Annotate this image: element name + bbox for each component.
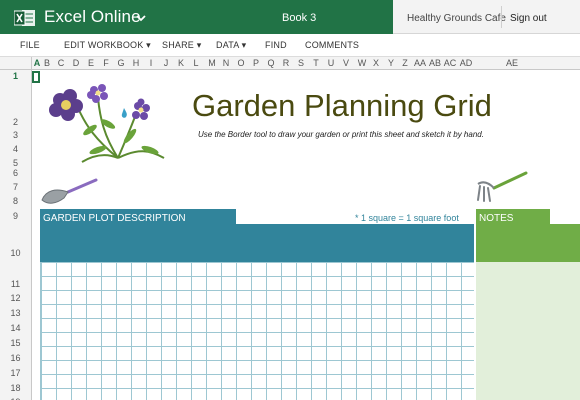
notes-label[interactable]: NOTES	[479, 213, 513, 224]
column-header-h[interactable]: H	[131, 58, 141, 68]
column-header-p[interactable]: P	[251, 58, 261, 68]
menu-find[interactable]: FIND	[265, 40, 287, 50]
garden-grid[interactable]	[40, 262, 474, 400]
menu-file[interactable]: FILE	[20, 40, 40, 50]
column-header: A B C D E F G H I J K L M N O P Q R S T …	[0, 56, 580, 70]
column-header-v[interactable]: V	[341, 58, 351, 68]
sheet-subtitle: Use the Border tool to draw your garden …	[198, 130, 484, 139]
column-header-e[interactable]: E	[86, 58, 96, 68]
row-header-13[interactable]: 13	[0, 308, 31, 318]
notes-tab-cutout	[550, 209, 580, 224]
notes-area[interactable]	[476, 262, 580, 400]
row-header-8[interactable]: 8	[0, 196, 31, 206]
column-header-ae[interactable]: AE	[476, 58, 548, 68]
row-header-2[interactable]: 2	[0, 117, 31, 127]
column-header-aa[interactable]: AA	[413, 58, 427, 68]
column-header-o[interactable]: O	[236, 58, 246, 68]
column-header-g[interactable]: G	[116, 58, 126, 68]
column-header-a[interactable]: A	[33, 58, 41, 68]
column-header-t[interactable]: T	[311, 58, 321, 68]
chevron-down-icon[interactable]	[134, 11, 148, 25]
excel-logo-icon[interactable]	[14, 8, 36, 28]
column-header-d[interactable]: D	[71, 58, 81, 68]
column-header-q[interactable]: Q	[266, 58, 276, 68]
column-header-k[interactable]: K	[176, 58, 186, 68]
row-header-4[interactable]: 4	[0, 144, 31, 154]
scale-note[interactable]: * 1 square = 1 square foot	[355, 213, 459, 223]
row-header-15[interactable]: 15	[0, 338, 31, 348]
column-header-m[interactable]: M	[206, 58, 218, 68]
row-header-17[interactable]: 17	[0, 368, 31, 378]
column-header-x[interactable]: X	[371, 58, 381, 68]
menu-edit-workbook[interactable]: EDIT WORKBOOK ▾	[64, 40, 151, 51]
select-all-corner[interactable]	[0, 57, 32, 70]
column-header-ac[interactable]: AC	[443, 58, 457, 68]
sign-out-link[interactable]: Sign out	[510, 13, 547, 24]
menu-share[interactable]: SHARE ▾	[162, 40, 201, 51]
row-header-6[interactable]: 6	[0, 168, 31, 178]
menu-comments[interactable]: COMMENTS	[305, 40, 359, 50]
garden-fork-icon	[477, 171, 528, 202]
column-header-l[interactable]: L	[191, 58, 201, 68]
column-header-j[interactable]: J	[161, 58, 171, 68]
flower-illustration	[49, 84, 165, 163]
column-header-r[interactable]: R	[281, 58, 291, 68]
column-header-s[interactable]: S	[296, 58, 306, 68]
column-header-b[interactable]: B	[42, 58, 52, 68]
row-header-11[interactable]: 11	[0, 279, 31, 289]
row-header-3[interactable]: 3	[0, 130, 31, 140]
sheet-title: Garden Planning Grid	[192, 88, 492, 123]
row-header-10[interactable]: 10	[0, 248, 31, 258]
menu-data[interactable]: DATA ▾	[216, 40, 246, 51]
row-header-7[interactable]: 7	[0, 182, 31, 192]
row-header-18[interactable]: 18	[0, 383, 31, 393]
row-header-1[interactable]: 1	[0, 71, 31, 81]
column-header-z[interactable]: Z	[400, 58, 410, 68]
column-header-c[interactable]: C	[56, 58, 66, 68]
column-header-u[interactable]: U	[326, 58, 336, 68]
column-header-ab[interactable]: AB	[428, 58, 442, 68]
column-header-w[interactable]: W	[356, 58, 368, 68]
row-header-9[interactable]: 9	[0, 211, 31, 221]
column-header-n[interactable]: N	[221, 58, 231, 68]
ribbon-menu: FILE EDIT WORKBOOK ▾ SHARE ▾ DATA ▾ FIND…	[0, 34, 580, 56]
row-header: 1 2 3 4 5 6 7 8 9 10 11 12 13 14 15 16 1…	[0, 70, 32, 400]
garden-plot-description-label[interactable]: GARDEN PLOT DESCRIPTION	[43, 213, 186, 224]
column-header-y[interactable]: Y	[386, 58, 396, 68]
row-header-16[interactable]: 16	[0, 353, 31, 363]
excel-online-window: Excel Online Book 3 Healthy Grounds Cafe…	[0, 0, 580, 400]
app-name[interactable]: Excel Online	[44, 7, 141, 27]
column-header-f[interactable]: F	[101, 58, 111, 68]
row-header-12[interactable]: 12	[0, 293, 31, 303]
account-area: Healthy Grounds Cafe Sign out	[393, 0, 580, 34]
divider	[501, 6, 502, 28]
column-header-ad[interactable]: AD	[458, 58, 474, 68]
trowel-icon	[41, 178, 98, 204]
row-header-5[interactable]: 5	[0, 158, 31, 168]
organization-name[interactable]: Healthy Grounds Cafe	[407, 13, 506, 24]
worksheet[interactable]: Garden Planning Grid Use the Border tool…	[32, 70, 580, 400]
title-bar: Excel Online Book 3 Healthy Grounds Cafe…	[0, 0, 580, 34]
column-header-i[interactable]: I	[146, 58, 156, 68]
document-title[interactable]: Book 3	[282, 12, 316, 24]
row-header-14[interactable]: 14	[0, 323, 31, 333]
